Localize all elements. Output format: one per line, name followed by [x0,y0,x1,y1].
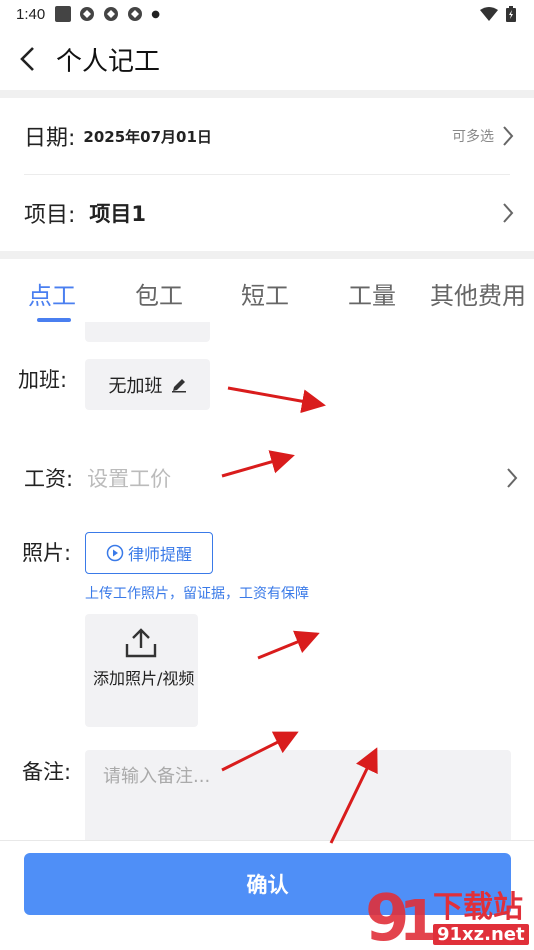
date-row[interactable]: 日期: 2025年07月01日 可多选 [0,98,534,174]
scrolled-chip[interactable] [85,322,210,342]
status-bar: 1:40 ● [0,0,534,28]
tab-daily[interactable]: 点工 [28,276,76,311]
sync-icon [128,7,143,21]
tab-contract[interactable]: 包工 [135,276,183,311]
project-row[interactable]: 项目: 项目1 [0,175,534,251]
wage-row[interactable]: 工资: 设置工价 [24,455,518,501]
project-value: 项目1 [89,202,147,226]
section-divider [0,90,534,98]
wage-label: 工资: [24,467,74,491]
page-title: 个人记工 [56,46,161,77]
play-circle-icon [106,544,124,562]
chevron-right-icon [503,126,514,146]
add-photo-label: 添加照片/视频 [93,669,195,688]
chevron-right-icon [507,468,518,488]
tab-other-fees[interactable]: 其他费用 [430,276,526,311]
chevron-right-icon [503,203,514,223]
tab-bar: 点工 包工 短工 工量 其他费用 [0,262,534,322]
multi-select-hint: 可多选 [452,129,494,145]
remark-placeholder: 请输入备注... [103,766,211,787]
chevron-left-icon [20,47,34,71]
upload-hint: 上传工作照片，留证据，工资有保障 [85,586,309,602]
remark-label: 备注: [22,760,72,784]
watermark-domain: 91xz.net [433,924,529,945]
wage-placeholder: 设置工价 [87,467,172,491]
lawyer-reminder-button[interactable]: 律师提醒 [85,532,213,574]
notification-icon [55,6,72,22]
watermark-brand: 下载站 [433,890,523,925]
lawyer-reminder-label: 律师提醒 [127,545,192,564]
sync-icon [104,7,119,21]
upload-icon [125,628,157,658]
section-divider [0,251,534,259]
remark-input[interactable]: 请输入备注... [85,750,511,845]
battery-icon [506,6,516,22]
date-label: 日期: [24,126,76,151]
status-time: 1:40 [16,5,46,23]
app-header: 个人记工 [0,28,534,90]
annotation-arrow [227,386,326,414]
add-photo-button[interactable]: 添加照片/视频 [85,614,198,727]
svg-text:1: 1 [399,889,435,948]
project-label: 项目: [24,203,76,228]
date-value: 2025年07月01日 [83,127,212,146]
edit-icon [171,378,186,392]
watermark-logo: 9 1 [365,882,435,948]
overtime-value: 无加班 [108,375,163,397]
overtime-button[interactable]: 无加班 [85,359,210,410]
wifi-icon [480,7,498,21]
watermark: 9 1 下载站 91xz.net [365,880,533,948]
photo-label: 照片: [22,541,72,565]
tab-short[interactable]: 短工 [241,276,289,311]
tab-quantity[interactable]: 工量 [348,276,396,311]
more-dot-icon: ● [151,8,160,20]
annotation-arrow [257,630,320,660]
back-button[interactable] [0,28,56,90]
active-tab-indicator [37,318,71,322]
sync-icon [80,7,95,21]
overtime-label: 加班: [18,368,68,392]
